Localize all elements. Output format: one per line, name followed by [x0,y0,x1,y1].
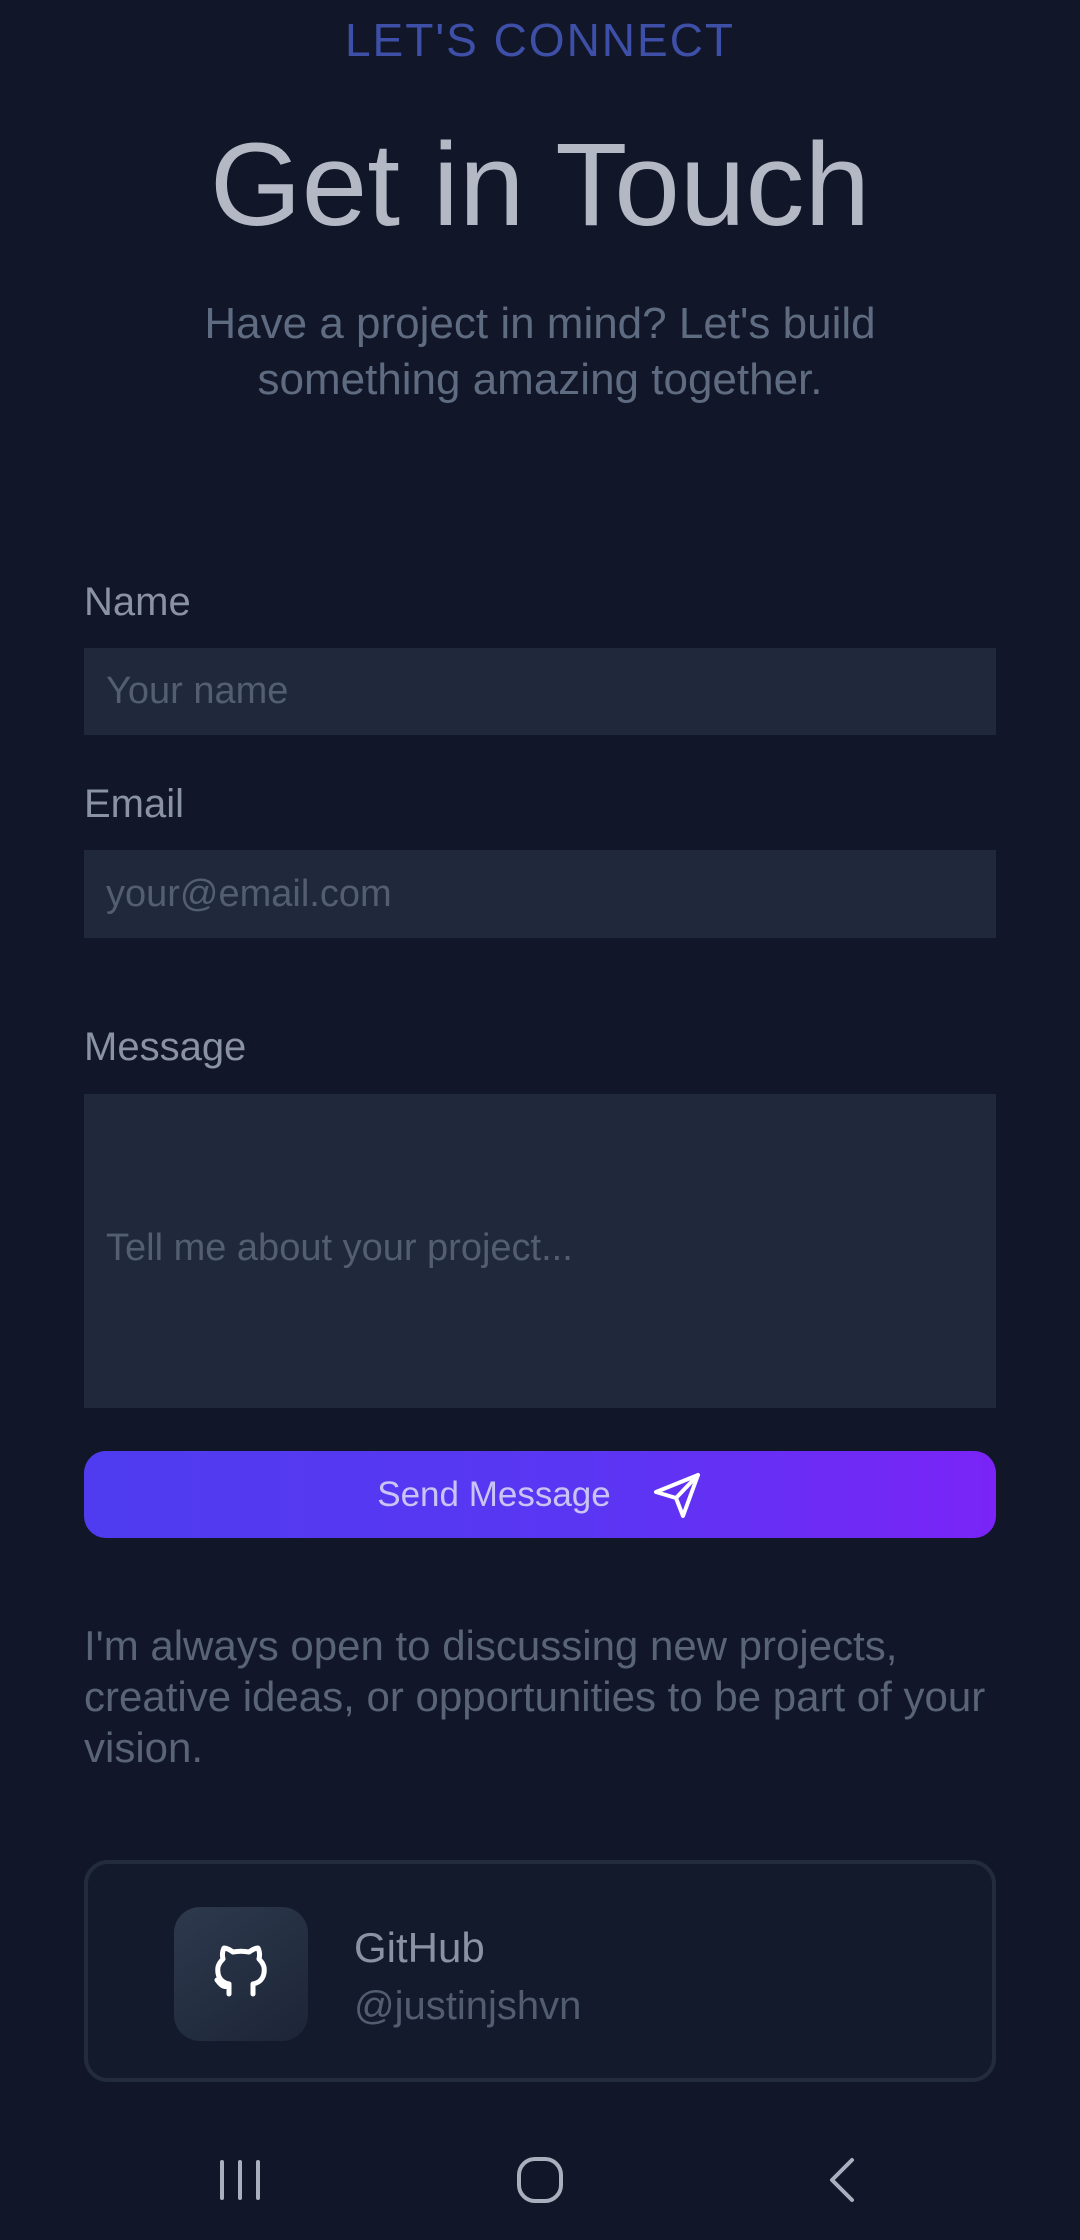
page-title: Get in Touch [209,119,871,251]
name-label: Name [84,580,191,624]
section-eyebrow: LET'S CONNECT [344,14,736,66]
send-icon [651,1469,703,1521]
name-input[interactable] [84,648,996,735]
home-icon[interactable] [480,2120,600,2240]
email-label: Email [84,782,185,826]
send-message-label: Send Message [377,1474,611,1514]
email-input[interactable] [84,850,996,938]
message-textarea[interactable] [84,1094,996,1408]
back-icon[interactable] [784,2120,904,2240]
page-subtitle: Have a project in mind? Let's build some… [204,299,876,404]
system-navigation-bar [0,2120,1080,2240]
github-label: GitHub [354,1924,485,1971]
github-icon [174,1907,308,2041]
message-label: Message [84,1025,247,1069]
availability-text: I'm always open to discussing new projec… [84,1622,986,1771]
recent-apps-icon[interactable] [180,2120,300,2240]
github-link-card[interactable]: GitHub @justinjshvn [84,1860,996,2082]
send-message-button[interactable]: Send Message [84,1451,996,1538]
github-handle: @justinjshvn [354,1984,582,2028]
